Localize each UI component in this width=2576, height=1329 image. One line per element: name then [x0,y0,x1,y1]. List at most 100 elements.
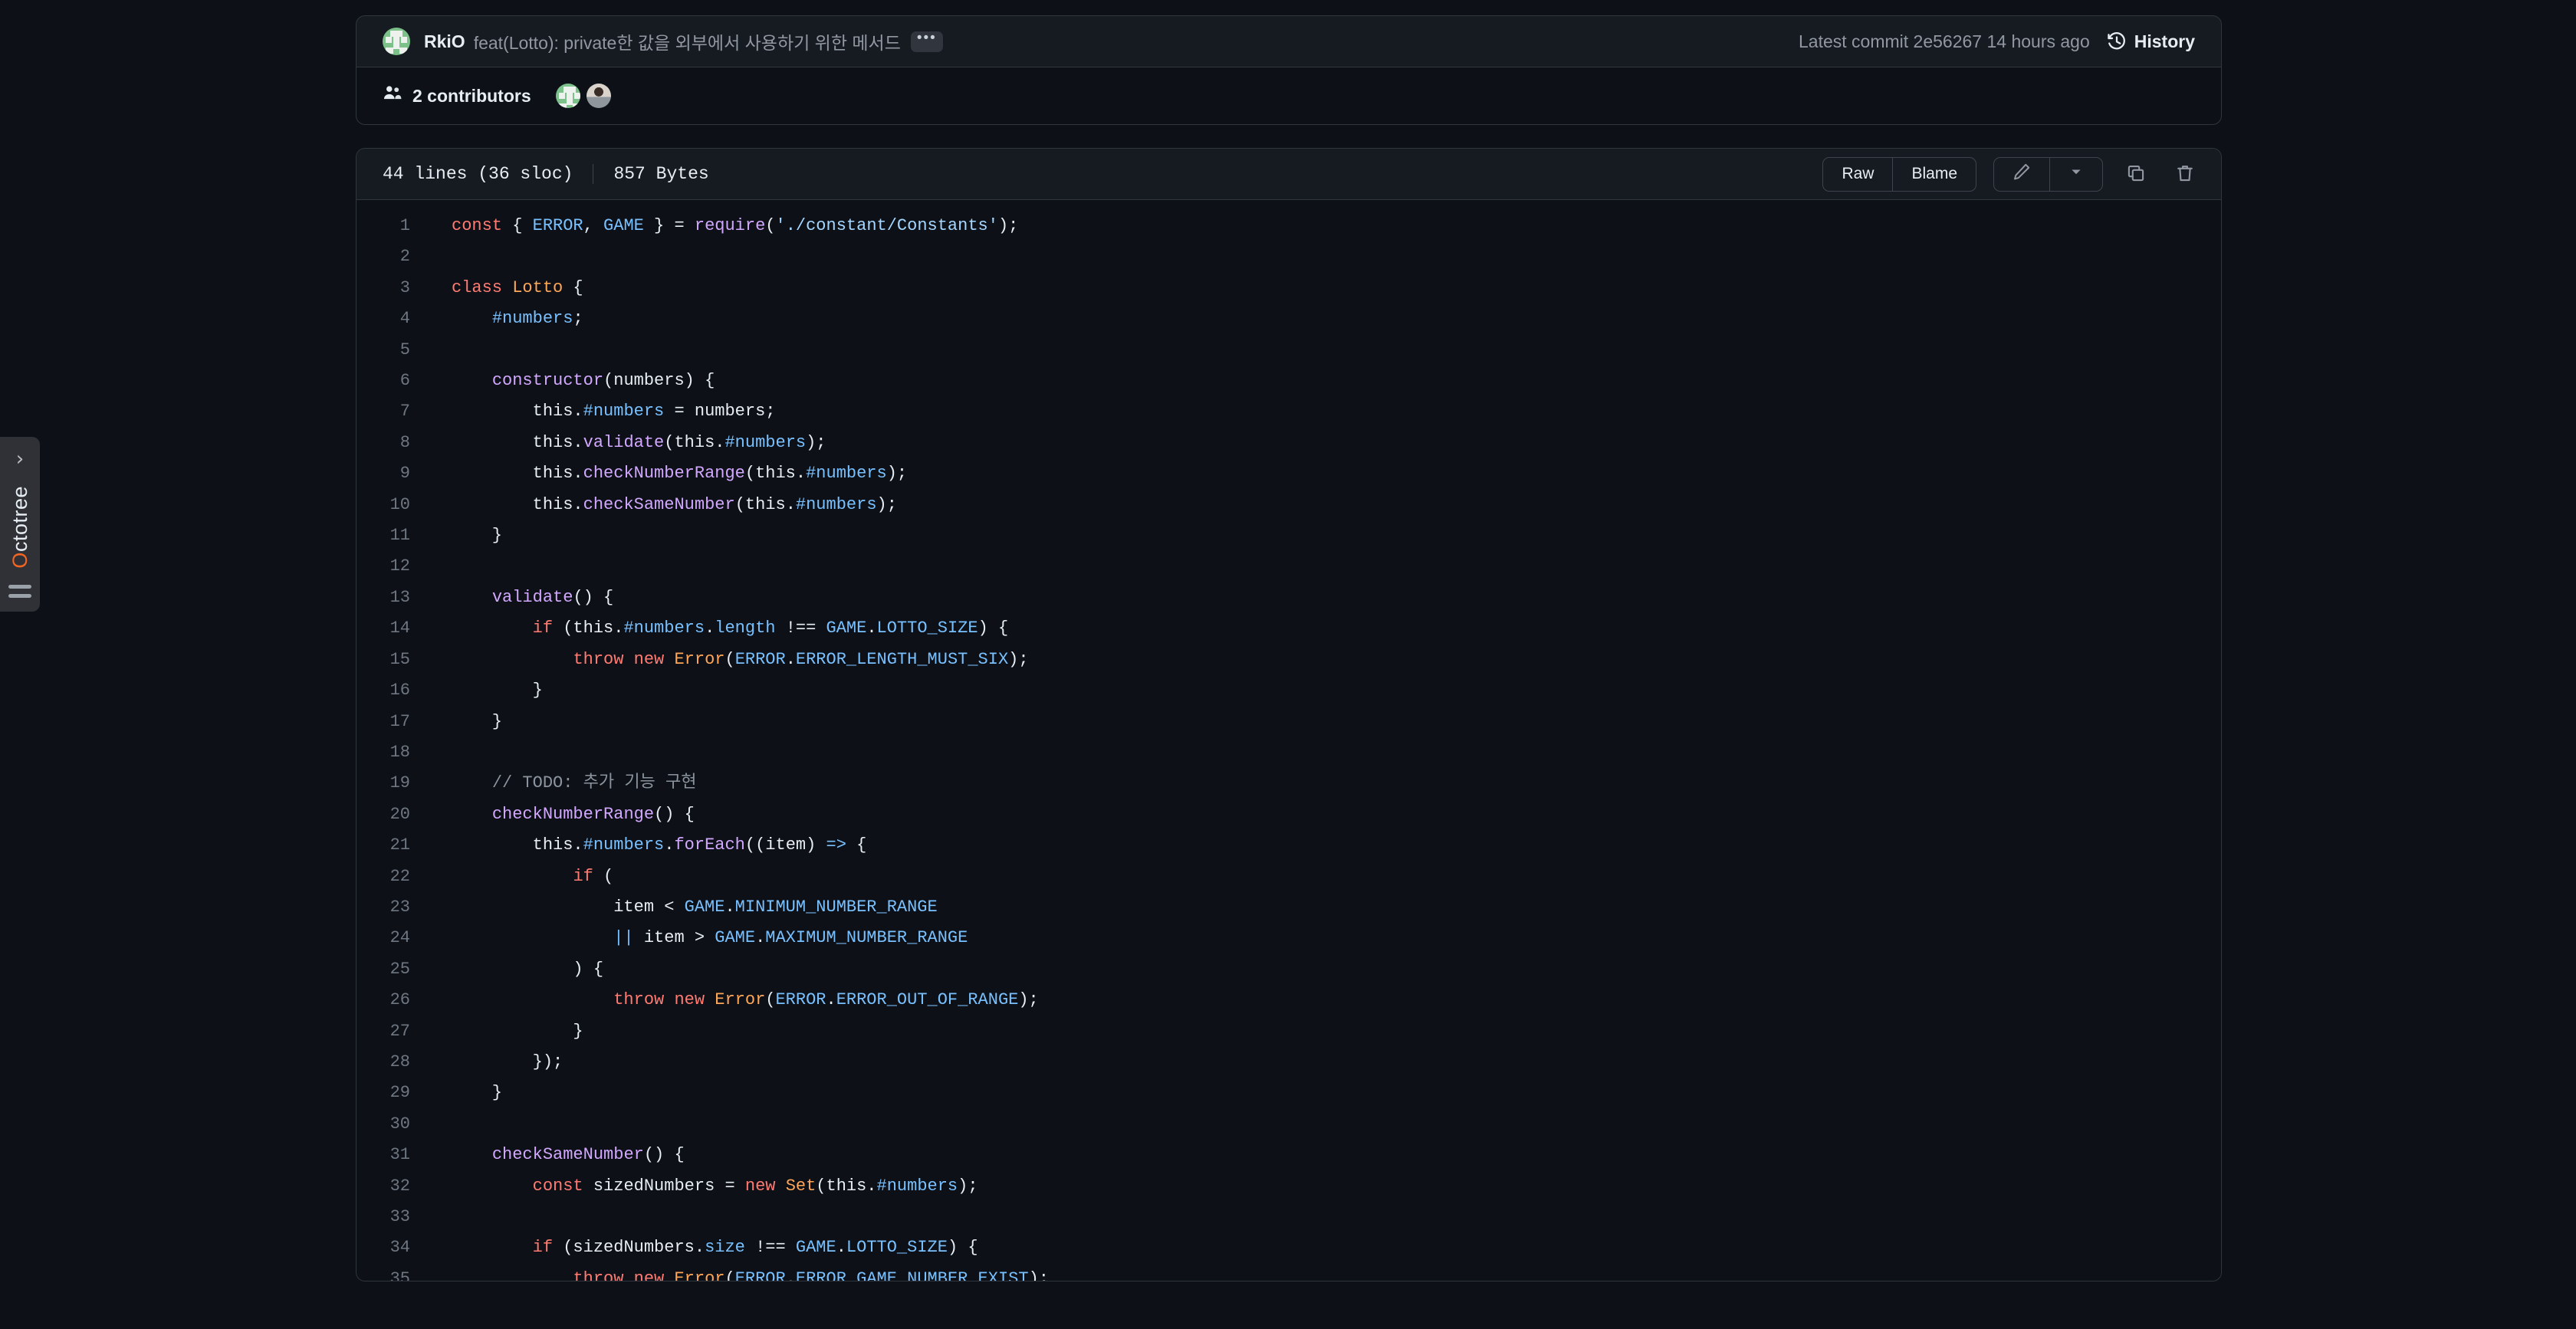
line-number[interactable]: 19 [356,768,430,799]
line-content[interactable] [430,335,2221,366]
line-content[interactable] [430,737,2221,768]
line-content[interactable]: class Lotto { [430,273,2221,304]
code-token: GAME [795,1238,836,1258]
line-number[interactable]: 7 [356,396,430,427]
contributor-avatar-2[interactable] [586,84,611,108]
line-content[interactable]: } [430,520,2221,551]
line-content[interactable]: } [430,1016,2221,1047]
line-number[interactable]: 6 [356,366,430,396]
line-number[interactable]: 24 [356,923,430,953]
line-content[interactable]: #numbers; [430,304,2221,334]
line-number[interactable]: 15 [356,645,430,675]
line-content[interactable]: } [430,675,2221,706]
line-number[interactable]: 25 [356,954,430,985]
line-content[interactable]: this.validate(this.#numbers); [430,428,2221,458]
line-number[interactable]: 31 [356,1140,430,1170]
line-number[interactable]: 27 [356,1016,430,1047]
line-number[interactable]: 26 [356,985,430,1016]
line-number[interactable]: 8 [356,428,430,458]
line-content[interactable] [430,551,2221,582]
code-viewer[interactable]: 1 const { ERROR, GAME } = require('./cons… [356,200,2221,1281]
line-number[interactable]: 34 [356,1232,430,1263]
line-content[interactable]: checkNumberRange() { [430,799,2221,830]
line-content[interactable]: // TODO: 추가 기능 구현 [430,768,2221,799]
line-content[interactable]: this.#numbers.forEach((item) => { [430,830,2221,861]
delete-file-button[interactable] [2169,158,2201,190]
code-token: (this. [816,1176,877,1196]
history-button[interactable]: History [2107,31,2195,52]
line-content[interactable]: if ( [430,861,2221,892]
line-number[interactable]: 18 [356,737,430,768]
code-token: ); [806,432,826,452]
line-content[interactable]: this.checkNumberRange(this.#numbers); [430,458,2221,489]
line-content[interactable]: this.checkSameNumber(this.#numbers); [430,490,2221,520]
line-number[interactable]: 28 [356,1047,430,1078]
line-number[interactable]: 21 [356,830,430,861]
hamburger-icon[interactable] [8,585,31,598]
line-content[interactable]: } [430,1078,2221,1108]
expand-commit-message-button[interactable]: ••• [910,31,943,52]
contributors-link[interactable]: 2 contributors [383,84,531,108]
line-number[interactable]: 29 [356,1078,430,1108]
line-content[interactable]: constructor(numbers) { [430,366,2221,396]
line-content[interactable]: validate() { [430,582,2221,613]
code-token: ); [997,216,1019,235]
line-number[interactable]: 23 [356,892,430,923]
line-number[interactable]: 5 [356,335,430,366]
line-number[interactable]: 9 [356,458,430,489]
code-line: 24 || item > GAME.MAXIMUM_NUMBER_RANGE [356,923,2221,953]
line-content[interactable]: const sizedNumbers = new Set(this.#numbe… [430,1171,2221,1202]
code-token: // TODO: 추가 기능 구현 [491,773,697,793]
code-token: (this. [553,619,624,638]
line-content[interactable]: throw new Error(ERROR.ERROR_GAME_NUMBER_… [430,1264,2221,1281]
chevron-right-icon[interactable]: › [16,449,24,469]
contributor-avatar-1[interactable] [555,84,580,108]
line-content[interactable]: item < GAME.MINIMUM_NUMBER_RANGE [430,892,2221,923]
code-token: size [705,1238,745,1258]
line-number[interactable]: 3 [356,273,430,304]
commit-message[interactable]: feat(Lotto): private한 값을 외부에서 사용하기 위한 메서… [474,28,901,54]
line-number[interactable]: 17 [356,707,430,737]
line-content[interactable]: } [430,707,2221,737]
line-number[interactable]: 14 [356,613,430,644]
line-number[interactable]: 20 [356,799,430,830]
line-content[interactable]: if (this.#numbers.length !== GAME.LOTTO_… [430,613,2221,644]
copy-raw-content-button[interactable] [2120,158,2152,190]
line-number[interactable]: 12 [356,551,430,582]
line-number[interactable]: 16 [356,675,430,706]
line-content[interactable]: this.#numbers = numbers; [430,396,2221,427]
line-number[interactable]: 35 [356,1264,430,1281]
edit-dropdown-button[interactable] [2049,157,2102,191]
line-number[interactable]: 11 [356,520,430,551]
line-number[interactable]: 30 [356,1109,430,1140]
line-number[interactable]: 1 [356,211,430,241]
line-number[interactable]: 4 [356,304,430,334]
blame-button[interactable]: Blame [1892,157,1976,191]
line-content[interactable]: throw new Error(ERROR.ERROR_OUT_OF_RANGE… [430,985,2221,1016]
author-avatar[interactable] [383,28,410,55]
line-content[interactable]: ) { [430,954,2221,985]
commit-author-name[interactable]: RkiO [424,31,465,52]
line-number[interactable]: 32 [356,1171,430,1202]
line-content[interactable]: checkSameNumber() { [430,1140,2221,1170]
code-token: new [744,1176,776,1196]
raw-button[interactable]: Raw [1823,158,1892,191]
line-content[interactable] [430,1202,2221,1232]
line-number[interactable]: 10 [356,490,430,520]
octotree-sidebar-tab[interactable]: › Octotree [0,437,40,612]
line-number[interactable]: 2 [356,241,430,272]
line-content[interactable]: || item > GAME.MAXIMUM_NUMBER_RANGE [430,923,2221,953]
line-number[interactable]: 33 [356,1202,430,1232]
line-content[interactable] [430,241,2221,272]
line-content[interactable]: if (sizedNumbers.size !== GAME.LOTTO_SIZ… [430,1232,2221,1263]
line-number[interactable]: 22 [356,861,430,892]
edit-file-button[interactable] [1994,158,2049,191]
line-number[interactable]: 13 [356,582,430,613]
line-content[interactable]: throw new Error(ERROR.ERROR_LENGTH_MUST_… [430,645,2221,675]
line-content[interactable]: }); [430,1047,2221,1078]
line-content[interactable] [430,1109,2221,1140]
line-content[interactable]: const { ERROR, GAME } = require('./const… [430,211,2221,241]
code-token: ) { [978,619,1009,638]
